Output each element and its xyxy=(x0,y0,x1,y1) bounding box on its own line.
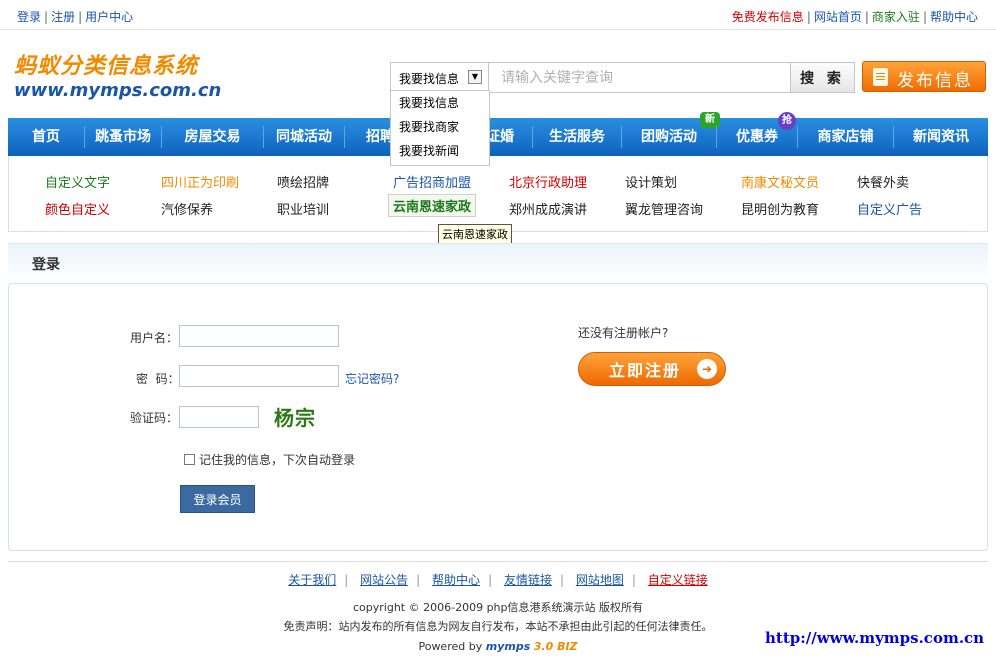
footer-link-sitemap[interactable]: 网站地图 xyxy=(576,573,624,587)
ad-link[interactable]: 北京行政助理 xyxy=(509,172,587,191)
ad-link[interactable]: 职业培训 xyxy=(277,199,329,218)
user-center-link[interactable]: 用户中心 xyxy=(85,10,133,24)
powered-brand[interactable]: mymps xyxy=(486,640,531,653)
password-label: 密 码： xyxy=(136,372,180,386)
search-input[interactable] xyxy=(491,63,791,92)
register-now-button[interactable]: 立即注册 ➜ xyxy=(578,352,726,386)
nav-item-life-services[interactable]: 生活服务 xyxy=(533,118,621,156)
remember-me[interactable]: 记住我的信息，下次自动登录 xyxy=(184,451,355,468)
nav-item-shops[interactable]: 商家店铺 xyxy=(798,118,893,156)
nav-item-housing[interactable]: 房屋交易 xyxy=(162,118,263,156)
nav-item-news[interactable]: 新闻资讯 xyxy=(894,118,988,156)
ad-link[interactable]: 喷绘招牌 xyxy=(277,172,329,191)
nav-divider xyxy=(344,126,345,148)
search-type-value: 我要找信息 xyxy=(399,72,460,86)
ad-links-panel: 自定义文字 四川正为印刷 喷绘招牌 广告招商加盟 北京行政助理 设计策划 南康文… xyxy=(8,156,988,232)
search-type-dropdown: 我要找信息 我要找商家 我要找新闻 xyxy=(390,90,490,166)
merchant-join-link[interactable]: 商家入驻 xyxy=(872,10,920,24)
post-info-label: 发布信息 xyxy=(897,71,973,91)
username-label: 用户名： xyxy=(130,331,179,345)
login-link[interactable]: 登录 xyxy=(17,10,41,24)
ad-link[interactable]: 自定义广告 xyxy=(857,199,922,218)
footer-divider xyxy=(8,561,988,562)
copyright: copyright © 2006-2009 php信息港系统演示站 版权所有 xyxy=(353,601,643,614)
no-account-text: 还没有注册帐户? xyxy=(578,326,669,340)
document-icon xyxy=(873,68,888,86)
footer-link-custom[interactable]: 自定义链接 xyxy=(648,573,708,587)
nav-item-home[interactable]: 首页 xyxy=(8,118,84,156)
register-link[interactable]: 注册 xyxy=(51,10,75,24)
logo-url[interactable]: www.mymps.com.cn xyxy=(14,80,221,101)
top-bar-left: 登录 | 注册 | 用户中心 xyxy=(17,8,133,25)
home-link[interactable]: 网站首页 xyxy=(814,10,862,24)
register-now-label: 立即注册 xyxy=(609,361,682,380)
ad-link[interactable]: 广告招商加盟 xyxy=(393,172,471,191)
footer-link-friends[interactable]: 友情链接 xyxy=(504,573,552,587)
post-free-link[interactable]: 免费发布信息 xyxy=(732,10,804,24)
footer-link-help[interactable]: 帮助中心 xyxy=(432,573,480,587)
search-type-select[interactable]: 我要找信息 ▼ xyxy=(391,63,489,92)
nav-item-city-events[interactable]: 同城活动 xyxy=(264,118,344,156)
ad-link[interactable]: 自定义文字 xyxy=(45,172,110,191)
separator: | xyxy=(806,10,811,24)
footer-links: 关于我们 | 网站公告 | 帮助中心 | 友情链接 | 网站地图 | 自定义链接 xyxy=(0,571,996,588)
search-button[interactable]: 搜 索 xyxy=(790,63,854,92)
separator: | xyxy=(44,10,49,24)
separator: | xyxy=(864,10,869,24)
captcha-input[interactable] xyxy=(179,406,259,428)
username-input[interactable] xyxy=(179,325,339,347)
help-link[interactable]: 帮助中心 xyxy=(930,10,978,24)
arrow-right-icon: ➜ xyxy=(697,359,717,379)
chevron-down-icon[interactable]: ▼ xyxy=(468,70,482,84)
separator: | xyxy=(78,10,83,24)
login-section-header: 登录 xyxy=(8,243,988,280)
section-title: 登录 xyxy=(32,257,60,273)
dropdown-option[interactable]: 我要找商家 xyxy=(391,115,489,139)
ad-link-highlighted[interactable]: 云南恩速家政 xyxy=(388,194,477,217)
nav-item-marriage[interactable]: 证婚 xyxy=(486,118,536,156)
ad-link[interactable]: 南康文秘文员 xyxy=(741,172,819,191)
ad-link[interactable]: 颜色自定义 xyxy=(45,199,110,218)
footer-link-about[interactable]: 关于我们 xyxy=(288,573,336,587)
separator: | xyxy=(488,573,493,587)
ad-link[interactable]: 快餐外卖 xyxy=(857,172,909,191)
nav-item-flea-market[interactable]: 跳蚤市场 xyxy=(85,118,161,156)
separator: | xyxy=(559,573,564,587)
badge-grab: 抢 xyxy=(778,112,796,130)
separator: | xyxy=(416,573,421,587)
separator: | xyxy=(631,573,636,587)
forgot-password-link[interactable]: 忘记密码? xyxy=(345,370,399,387)
main-nav: 首页 跳蚤市场 房屋交易 同城活动 招聘 证婚 生活服务 团购活动 新 优惠券 … xyxy=(8,112,988,156)
ad-link[interactable]: 昆明创为教育 xyxy=(741,199,819,218)
remember-label: 记住我的信息，下次自动登录 xyxy=(199,453,356,467)
login-submit-button[interactable]: 登录会员 xyxy=(180,485,255,513)
post-info-button[interactable]: 发布信息 xyxy=(862,61,986,92)
ad-link[interactable]: 翼龙管理咨询 xyxy=(625,199,703,218)
footer-link-notice[interactable]: 网站公告 xyxy=(360,573,408,587)
password-input[interactable] xyxy=(179,365,339,387)
top-bar: 登录 | 注册 | 用户中心 免费发布信息 | 网站首页 | 商家入驻 | 帮助中心 xyxy=(0,0,996,30)
logo-title[interactable]: 蚂蚁分类信息系统 xyxy=(14,48,198,80)
powered-version: 3.0 BIZ xyxy=(533,640,578,653)
ad-link[interactable]: 郑州成成演讲 xyxy=(509,199,587,218)
ad-link[interactable]: 设计策划 xyxy=(625,172,677,191)
tooltip: 云南恩速家政 xyxy=(438,224,512,244)
dropdown-option[interactable]: 我要找信息 xyxy=(391,91,489,115)
search-box: 我要找信息 ▼ 搜 索 xyxy=(390,62,855,93)
ad-link[interactable]: 汽修保养 xyxy=(161,199,213,218)
captcha-label: 验证码： xyxy=(130,411,179,425)
site-url-watermark: http://www.mymps.com.cn xyxy=(765,629,985,647)
powered-prefix: Powered by xyxy=(418,640,483,653)
remember-checkbox[interactable] xyxy=(184,454,195,465)
separator: | xyxy=(922,10,927,24)
ad-link[interactable]: 四川正为印刷 xyxy=(161,172,239,191)
separator: | xyxy=(344,573,349,587)
top-bar-right: 免费发布信息 | 网站首页 | 商家入驻 | 帮助中心 xyxy=(732,8,978,25)
captcha-image[interactable]: 杨宗 xyxy=(274,402,316,431)
dropdown-option[interactable]: 我要找新闻 xyxy=(391,139,489,163)
